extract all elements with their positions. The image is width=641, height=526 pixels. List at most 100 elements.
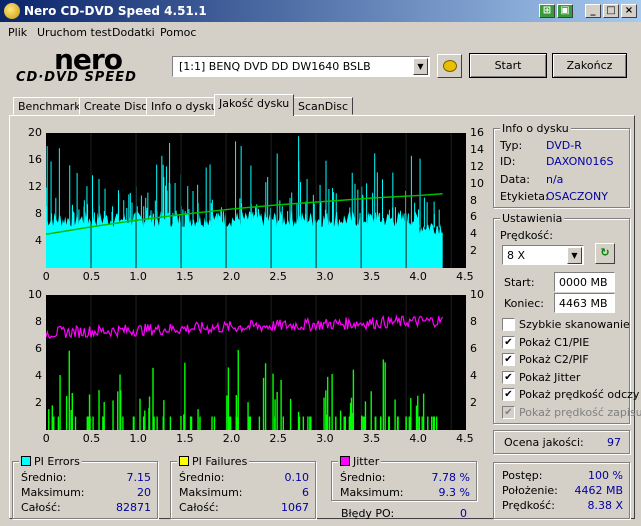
x-tick-label: 2.5 [269, 432, 287, 445]
maximize-button[interactable]: □ [603, 4, 619, 18]
title-bar[interactable]: Nero CD-DVD Speed 4.51.1 ⊞ ▣ _ □ × [0, 0, 641, 22]
pi-errors-title: PI Errors [34, 455, 80, 468]
tab-create-disc[interactable]: Create Disc [79, 97, 153, 115]
po-errors-value: 0 [460, 507, 467, 520]
close-button[interactable]: × [621, 4, 637, 18]
start-field-value: 0000 MB [559, 276, 608, 289]
checkbox[interactable]: ✔ [502, 370, 515, 384]
checkbox-label[interactable]: Szybkie skanowanie [519, 318, 630, 331]
pi-failures-heading: PI Failures [177, 455, 250, 468]
stat-label: Postęp: [502, 469, 543, 482]
y-tick-label: 6 [35, 342, 42, 355]
po-errors-label: Błędy PO: [341, 507, 395, 520]
menu-file[interactable]: Plik [8, 26, 27, 39]
x-tick-label: 0.5 [82, 432, 101, 445]
menu-bar: Plik Uruchom test Dodatki Pomoc [0, 23, 641, 43]
chevron-down-icon[interactable]: ▼ [413, 58, 428, 75]
eject-button[interactable] [437, 54, 462, 78]
minimize-button[interactable]: _ [585, 4, 601, 18]
y2-tick-label: 2 [470, 244, 477, 258]
stat-value: 6 [302, 486, 309, 499]
pi-failures-bars [48, 350, 438, 430]
progress-group: Postęp: 100 % Położenie: 4462 MB Prędkość: 8.… [493, 462, 630, 519]
checkbox[interactable]: ✔ [502, 353, 515, 366]
x-tick-label: 2.5 [269, 270, 287, 283]
pi-failures-group: PI Failures Średnio: 0.10 Maksimum: 6 Całość… [170, 455, 316, 519]
drive-select-value: [1:1] BENQ DVD DD DW1640 BSLB [179, 60, 371, 73]
y-tick-label: 4 [35, 369, 42, 382]
stat-value: 20 [137, 486, 151, 499]
stat-label: Całość: [21, 501, 61, 514]
start-field[interactable]: 0000 MB [554, 272, 615, 292]
stat-label: Położenie: [502, 484, 558, 497]
refresh-speed-button[interactable]: ↻ [595, 243, 615, 264]
y-tick-label: 20 [28, 126, 42, 139]
nero-logo: nero CD·DVD SPEED [14, 43, 164, 87]
x-tick-label: 0.5 [82, 270, 101, 283]
quit-button[interactable]: Zakończ [552, 53, 627, 78]
window-title: Nero CD-DVD Speed 4.51.1 [24, 4, 207, 18]
menu-help[interactable]: Pomoc [160, 26, 196, 39]
tab-disc-info[interactable]: Info o dysku [146, 97, 223, 115]
y2-tick-label: 12 [470, 159, 484, 173]
end-label: Koniec: [504, 297, 544, 310]
stat-label: Średnio: [179, 471, 225, 484]
y-tick-label: 2 [35, 396, 42, 409]
checkbox-label[interactable]: Pokaż C2/PIF [519, 353, 589, 366]
x-tick-label: 4.0 [409, 432, 427, 445]
x-tick-label: 4.5 [456, 432, 474, 445]
stat-label: Prędkość: [502, 499, 555, 512]
help-icon[interactable]: ▣ [557, 4, 573, 18]
checkbox[interactable] [502, 318, 515, 331]
pi-failures-jitter-chart [46, 295, 466, 430]
tab-disc-quality[interactable]: Jakość dysku [214, 94, 295, 116]
settings-heading: Ustawienia [500, 212, 565, 225]
x-tick-label: 3.0 [316, 432, 334, 445]
chevron-down-icon[interactable]: ▼ [567, 247, 582, 264]
info-date-value: n/a [546, 173, 564, 186]
info-label-label: Etykieta: [500, 190, 549, 203]
grid [90, 295, 452, 430]
pi-errors-swatch [21, 456, 31, 466]
checkbox-label[interactable]: Pokaż prędkość odczy [519, 388, 639, 401]
checkbox-label[interactable]: Pokaż C1/PIE [519, 336, 589, 349]
x-tick-label: 2.0 [222, 270, 241, 283]
x-tick-label: 3.0 [316, 270, 334, 283]
end-field[interactable]: 4463 MB [554, 293, 615, 313]
menu-run-test[interactable]: Uruchom test [37, 26, 112, 39]
checkbox[interactable]: ✔ [502, 388, 515, 401]
info-type-value: DVD-R [546, 139, 582, 152]
checkbox-label: Pokaż prędkość zapisu [519, 405, 641, 419]
x-tick-label: 1.5 [176, 270, 194, 283]
x-tick-label: 0 [42, 270, 50, 283]
start-button[interactable]: Start [469, 53, 547, 78]
y-tick-label: 4 [35, 234, 42, 247]
checkbox[interactable]: ✔ [502, 335, 515, 349]
y2-tick-label: 16 [470, 126, 484, 139]
app-window: Nero CD-DVD Speed 4.51.1 ⊞ ▣ _ □ × Plik … [0, 0, 641, 526]
stat-value: 8.38 X [587, 499, 623, 512]
menu-extras[interactable]: Dodatki [112, 26, 155, 39]
info-id-label: ID: [500, 155, 516, 168]
tab-benchmark[interactable]: Benchmark [13, 97, 86, 115]
checkbox-label[interactable]: Pokaż Jitter [519, 371, 580, 384]
pi-errors-group: PI Errors Średnio: 7.15 Maksimum: 20 Całość:… [12, 455, 158, 519]
stat-value: 7.15 [126, 471, 152, 484]
stat-value: 100 % [588, 469, 623, 482]
stat-value: 4462 MB [574, 484, 623, 497]
tab-scandisc[interactable]: ScanDisc [293, 97, 354, 115]
y2-tick-label: 6 [470, 210, 477, 224]
tray-icon[interactable]: ⊞ [539, 4, 555, 18]
y2-tick-label: 10 [470, 176, 484, 190]
stat-value: 9.3 % [438, 486, 470, 499]
info-type-label: Typ: [500, 139, 523, 152]
jitter-line [46, 314, 444, 340]
speed-select[interactable]: 8 X ▼ [502, 245, 584, 265]
stat-label: Maksimum: [21, 486, 85, 499]
pi-errors-heading: PI Errors [19, 455, 82, 468]
checkbox: ✔ [502, 405, 515, 419]
info-date-label: Data: [500, 173, 530, 186]
x-tick-label: 3.5 [362, 432, 381, 445]
x-tick-label: 0 [42, 432, 50, 445]
drive-select[interactable]: [1:1] BENQ DVD DD DW1640 BSLB ▼ [172, 56, 430, 77]
